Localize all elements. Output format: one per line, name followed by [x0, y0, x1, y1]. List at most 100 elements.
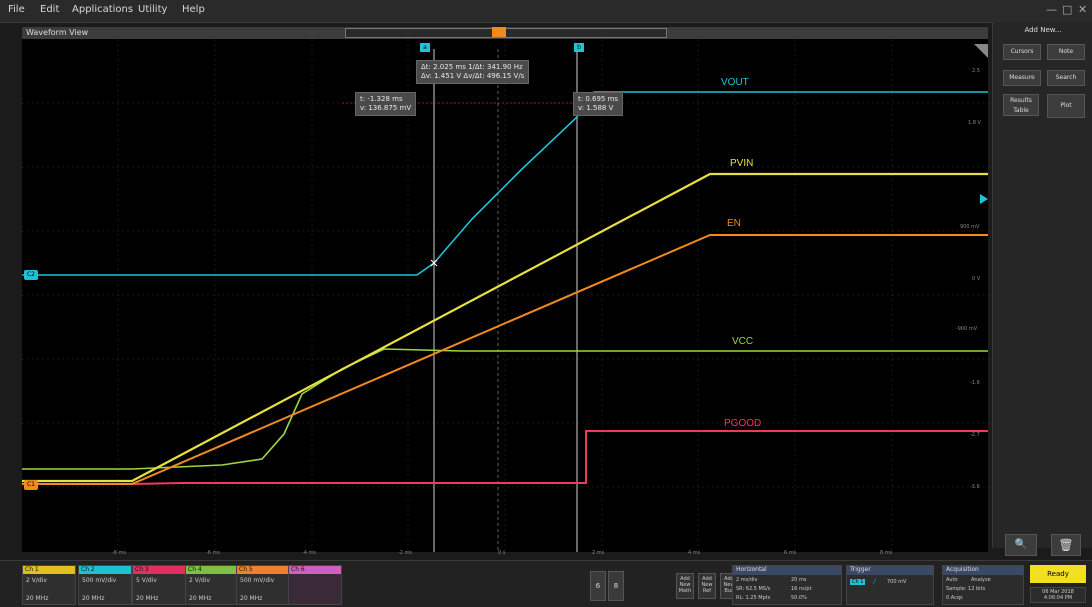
- horizontal-scale: 2 ms/div: [736, 577, 758, 583]
- close-icon[interactable]: ✕: [1078, 3, 1087, 16]
- channel-badge-5[interactable]: Ch 5 500 mV/div 20 MHz: [236, 565, 290, 605]
- x-tick: -6 ms: [206, 550, 221, 556]
- menu-bar: File Edit Applications Utility Help — □ …: [0, 0, 1092, 23]
- cursor-a-handle[interactable]: a: [420, 43, 430, 52]
- trigger-position-marker[interactable]: [492, 27, 506, 37]
- datetime-display: 06 Mar 2018 4:06:04 PM: [1030, 587, 1086, 603]
- time-text: 4:06:04 PM: [1043, 595, 1073, 601]
- horizontal-title: Horizontal: [733, 566, 841, 575]
- cursor-b-time: t: 0.695 ms: [578, 95, 619, 103]
- ref-marker-ch1[interactable]: C1: [24, 480, 38, 490]
- ready-button[interactable]: Ready: [1030, 565, 1086, 583]
- acquisition-title: Acquisition: [943, 566, 1023, 575]
- y-tick: 1.8 V: [968, 120, 981, 126]
- label-pvin: PVIN: [730, 158, 753, 169]
- y-tick: -3.6: [970, 484, 980, 490]
- cursor-a-readout: t: -1.328 ms v: 136.875 mV: [355, 92, 417, 116]
- x-tick: -2 ms: [398, 550, 413, 556]
- x-tick: -8 ms: [112, 550, 127, 556]
- record-overview-bar[interactable]: [345, 28, 667, 38]
- restore-icon[interactable]: □: [1062, 3, 1072, 16]
- menu-utility[interactable]: Utility: [138, 4, 167, 15]
- delta-line-1: Δt: 2.025 ms 1/Δt: 341.90 Hz: [421, 63, 523, 71]
- delta-line-2: Δv: 1.451 V Δv/Δt: 496.15 V/s: [421, 72, 525, 80]
- channel-badge-6[interactable]: Ch 6: [288, 565, 342, 605]
- x-tick: 2 ms: [592, 550, 605, 556]
- channel-1-name: Ch 1: [23, 566, 75, 574]
- trash-icon[interactable]: 🗑: [1051, 534, 1081, 556]
- add-new-label: Add New...: [1024, 26, 1062, 34]
- trigger-title: Trigger: [847, 566, 933, 575]
- cursor-b-readout: t: 0.695 ms v: 1.588 V: [573, 92, 624, 116]
- channel-badge-1[interactable]: Ch 1 2 V/div 20 MHz: [22, 565, 76, 605]
- label-vcc: VCC: [732, 336, 753, 347]
- cursors-button[interactable]: Cursors: [1003, 44, 1041, 60]
- note-button[interactable]: Note: [1047, 44, 1085, 60]
- menu-edit[interactable]: Edit: [40, 4, 59, 15]
- cursor-b-handle[interactable]: b: [574, 43, 584, 52]
- cursor-delta-readout: Δt: 2.025 ms 1/Δt: 341.90 Hz Δv: 1.451 V…: [416, 60, 530, 84]
- trigger-level: 700 mV: [887, 579, 907, 585]
- trigger-channel: Ch 1: [850, 579, 866, 585]
- cursor-a-value: v: 136.875 mV: [360, 104, 412, 112]
- minimize-icon[interactable]: —: [1046, 3, 1057, 16]
- acquisition-panel[interactable]: Acquisition Auto Analyze Sample: 12 bits…: [942, 565, 1024, 605]
- channel-3-scale: 5 V/div: [136, 577, 157, 584]
- label-en: EN: [727, 218, 741, 229]
- menu-applications[interactable]: Applications: [72, 4, 133, 15]
- menu-file[interactable]: File: [8, 4, 25, 15]
- y-tick: 2.5: [972, 68, 980, 74]
- right-panel: Add New... Cursors Note Measure Search R…: [992, 22, 1092, 556]
- horizontal-pos: 50.0%: [791, 595, 807, 601]
- channel-1-scale: 2 V/div: [26, 577, 47, 584]
- channel-3-name: Ch 3: [133, 566, 185, 574]
- horizontal-record: 20 ms: [791, 577, 807, 583]
- results-table-button[interactable]: Results Table: [1003, 94, 1039, 116]
- mini-button-2[interactable]: 8: [608, 571, 624, 601]
- x-tick: 8 ms: [880, 550, 893, 556]
- add-new-math-button[interactable]: Add New Math: [676, 573, 694, 599]
- search-button[interactable]: Search: [1047, 70, 1085, 86]
- label-pgood: PGOOD: [724, 418, 761, 429]
- channel-5-scale: 500 mV/div: [240, 577, 275, 584]
- zoom-icon[interactable]: 🔍: [1005, 534, 1037, 556]
- measure-button[interactable]: Measure: [1003, 70, 1041, 86]
- waveform-view-title: Waveform View: [26, 28, 89, 37]
- y-tick: 0 V: [972, 276, 981, 282]
- channel-2-name: Ch 2: [79, 566, 131, 574]
- channel-4-name: Ch 4: [186, 566, 238, 574]
- x-tick: 6 ms: [784, 550, 797, 556]
- acquisition-count: 0 Acqs: [946, 595, 963, 601]
- ref-marker-ch2[interactable]: C2: [24, 270, 38, 280]
- channel-5-name: Ch 5: [237, 566, 289, 574]
- channel-4-scale: 2 V/div: [189, 577, 210, 584]
- cursor-a-time: t: -1.328 ms: [360, 95, 403, 103]
- mini-button-1[interactable]: 6: [590, 571, 606, 601]
- add-new-ref-button[interactable]: Add New Ref: [698, 573, 716, 599]
- channel-3-bw: 20 MHz: [136, 595, 159, 602]
- channel-badge-2[interactable]: Ch 2 500 mV/div 20 MHz: [78, 565, 132, 605]
- horizontal-rl: RL: 1.25 Mpts: [736, 595, 771, 601]
- channel-5-bw: 20 MHz: [240, 595, 263, 602]
- waveform-graticule[interactable]: VOUT PVIN EN VCC PGOOD: [22, 39, 988, 552]
- label-vout: VOUT: [721, 77, 749, 88]
- acquisition-mode: Auto: [946, 577, 958, 583]
- x-tick: -4 ms: [302, 550, 317, 556]
- channel-badge-3[interactable]: Ch 3 5 V/div 20 MHz: [132, 565, 186, 605]
- y-tick: -900 mV: [956, 326, 978, 332]
- y-tick: 900 mV: [960, 224, 980, 230]
- channel-2-scale: 500 mV/div: [82, 577, 117, 584]
- menu-help[interactable]: Help: [182, 4, 205, 15]
- channel-badge-4[interactable]: Ch 4 2 V/div 20 MHz: [185, 565, 239, 605]
- acquisition-analyze: Analyze: [971, 577, 991, 583]
- y-tick: -2.7: [970, 432, 980, 438]
- settings-bar: Ch 1 2 V/div 20 MHz Ch 2 500 mV/div 20 M…: [0, 560, 1092, 607]
- horizontal-pts: 16 ns/pt: [791, 586, 812, 592]
- x-tick: 4 ms: [688, 550, 701, 556]
- horizontal-sr: SR: 62.5 MS/s: [736, 586, 771, 592]
- horizontal-panel[interactable]: Horizontal 2 ms/div 20 ms SR: 62.5 MS/s …: [732, 565, 842, 605]
- trigger-panel[interactable]: Trigger Ch 1 ╱ 700 mV: [846, 565, 934, 605]
- trigger-edge-icon: ╱: [873, 579, 877, 585]
- x-tick: 0 s: [498, 550, 506, 556]
- plot-button[interactable]: Plot: [1047, 94, 1085, 118]
